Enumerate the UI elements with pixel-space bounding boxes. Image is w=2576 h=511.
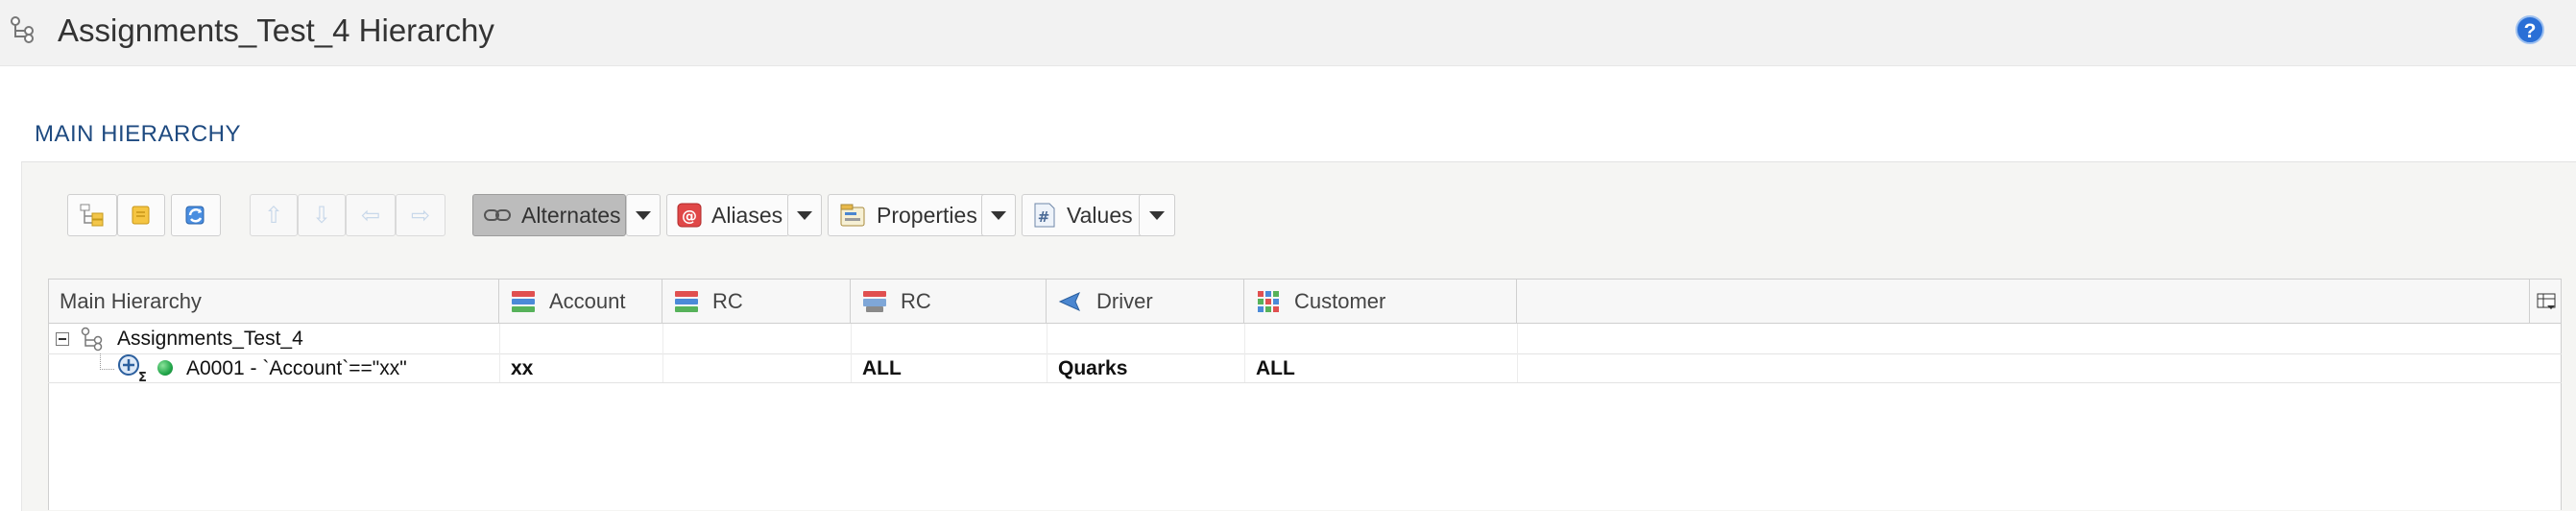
customer-value[interactable]: ALL bbox=[1256, 357, 1295, 380]
account-value[interactable]: xx bbox=[511, 357, 533, 380]
rule-sum-icon: Σ bbox=[118, 354, 147, 382]
status-dot-icon bbox=[157, 360, 173, 376]
move-left-button[interactable]: ⇦ bbox=[346, 194, 396, 236]
column-label: Customer bbox=[1294, 288, 1386, 313]
arrow-down-icon: ⇩ bbox=[311, 202, 332, 229]
chevron-down-icon bbox=[1149, 210, 1165, 220]
aliases-dropdown[interactable] bbox=[787, 194, 822, 236]
collapse-toggle[interactable] bbox=[56, 332, 69, 346]
column-header-rc[interactable]: RC bbox=[662, 279, 851, 324]
column-header-driver[interactable]: Driver bbox=[1047, 279, 1244, 324]
driver-icon bbox=[1058, 291, 1080, 311]
grid-dots-icon bbox=[1258, 290, 1279, 312]
svg-text:#: # bbox=[1038, 208, 1050, 226]
dimension-icon bbox=[675, 290, 698, 312]
properties-label: Properties bbox=[877, 202, 977, 228]
move-up-button[interactable]: ⇧ bbox=[250, 194, 298, 236]
properties-icon bbox=[840, 204, 865, 227]
row-divider bbox=[48, 382, 2562, 383]
section-title: MAIN HIERARCHY bbox=[35, 121, 242, 147]
values-icon: # bbox=[1034, 203, 1055, 228]
aliases-button[interactable]: @ Aliases bbox=[666, 194, 789, 236]
alternates-button[interactable]: Alternates bbox=[472, 194, 626, 236]
aliases-label: Aliases bbox=[711, 202, 783, 228]
column-header-account[interactable]: Account bbox=[499, 279, 662, 324]
arrow-up-icon: ⇧ bbox=[263, 202, 284, 229]
column-label: Main Hierarchy bbox=[60, 288, 202, 313]
refresh-icon bbox=[185, 206, 205, 225]
alternates-label: Alternates bbox=[521, 202, 621, 228]
table-row[interactable] bbox=[48, 325, 2562, 353]
arrow-left-icon: ⇦ bbox=[360, 202, 381, 229]
column-label: RC bbox=[901, 288, 931, 313]
column-label: Driver bbox=[1096, 288, 1153, 313]
alias-icon: @ bbox=[677, 203, 702, 228]
note-icon bbox=[132, 206, 150, 225]
note-button[interactable] bbox=[117, 194, 165, 236]
minus-icon bbox=[59, 338, 66, 340]
tree-connector bbox=[100, 353, 114, 370]
dimension-icon bbox=[863, 290, 886, 312]
chevron-down-icon bbox=[797, 210, 812, 220]
values-label: Values bbox=[1067, 202, 1133, 228]
tree-node-label[interactable]: Assignments_Test_4 bbox=[117, 328, 303, 351]
alternates-dropdown[interactable] bbox=[626, 194, 661, 236]
page-title: Assignments_Test_4 Hierarchy bbox=[58, 12, 494, 48]
driver-value[interactable]: Quarks bbox=[1058, 357, 1127, 380]
chevron-down-icon bbox=[991, 210, 1006, 220]
tree-icon bbox=[80, 204, 104, 227]
link-icon bbox=[484, 209, 511, 221]
hierarchy-icon bbox=[81, 327, 103, 352]
column-header-customer[interactable]: Customer bbox=[1244, 279, 1517, 324]
tree-view-button[interactable] bbox=[67, 194, 117, 236]
refresh-button[interactable] bbox=[171, 194, 221, 236]
rc-2-value[interactable]: ALL bbox=[862, 357, 902, 380]
svg-text:@: @ bbox=[682, 207, 697, 225]
column-label: Account bbox=[549, 288, 626, 313]
values-dropdown[interactable] bbox=[1139, 194, 1175, 236]
column-header-rc-2[interactable]: RC bbox=[851, 279, 1047, 324]
tree-node-label[interactable]: A0001 - `Account`=="xx" bbox=[186, 357, 407, 380]
move-right-button[interactable]: ⇨ bbox=[396, 194, 445, 236]
dimension-icon bbox=[512, 290, 535, 312]
column-label: RC bbox=[712, 288, 743, 313]
column-chooser-button[interactable] bbox=[2529, 279, 2562, 324]
properties-dropdown[interactable] bbox=[981, 194, 1016, 236]
svg-text:Σ: Σ bbox=[138, 371, 147, 382]
help-icon[interactable]: ? bbox=[2516, 15, 2544, 44]
arrow-right-icon: ⇨ bbox=[410, 202, 431, 229]
chevron-down-icon bbox=[636, 210, 651, 220]
table-row[interactable] bbox=[48, 354, 2562, 382]
move-down-button[interactable]: ⇩ bbox=[298, 194, 346, 236]
column-settings-icon bbox=[2537, 293, 2555, 309]
column-header-main-hierarchy[interactable]: Main Hierarchy bbox=[48, 279, 499, 324]
hierarchy-icon bbox=[11, 16, 34, 43]
